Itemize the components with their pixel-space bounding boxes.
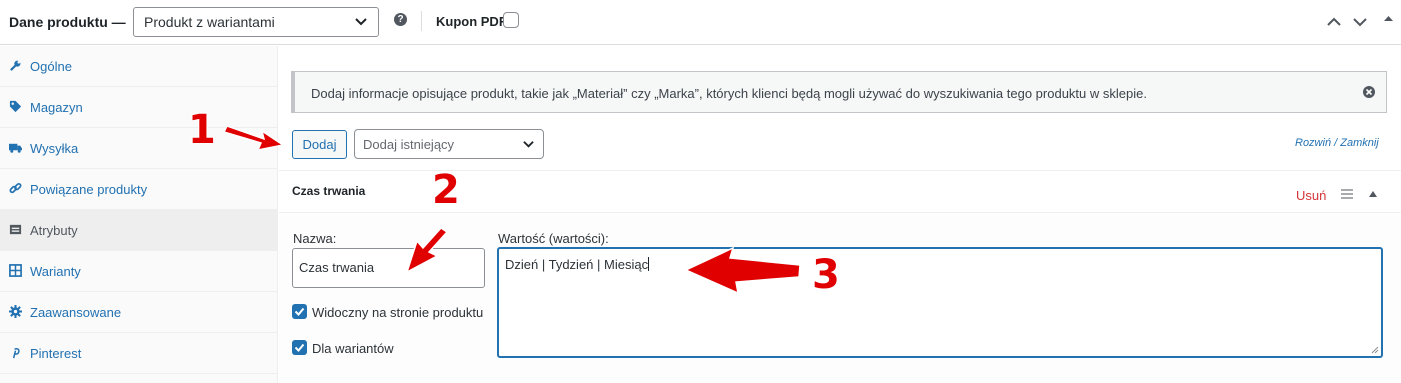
coupon-pdf-label: Kupon PDF: — [436, 14, 512, 29]
list-icon — [9, 224, 22, 235]
link-icon — [9, 182, 22, 194]
chevron-down-icon — [523, 141, 534, 148]
add-existing-placeholder: Dodaj istniejący — [363, 137, 455, 152]
collapse-panel-icon[interactable] — [1383, 13, 1394, 24]
sidebar-item-label: Pinterest — [30, 346, 82, 361]
truck-icon — [9, 143, 22, 153]
product-type-select[interactable]: Produkt z wariantami — [133, 7, 379, 37]
move-down-icon[interactable] — [1350, 12, 1370, 32]
wrench-icon — [10, 60, 21, 71]
sidebar-item-general[interactable]: Ogólne — [0, 46, 278, 87]
sidebar-item-linked-products[interactable]: Powiązane produkty — [0, 169, 278, 210]
pinterest-icon — [12, 348, 20, 359]
attribute-values-text: Dzień | Tydzień | Miesiąc — [505, 257, 649, 272]
gear-icon — [9, 305, 22, 318]
sidebar-item-pinterest[interactable]: Pinterest — [0, 333, 278, 374]
move-up-icon[interactable] — [1324, 12, 1344, 32]
checkmark-icon — [294, 307, 305, 316]
visible-on-product-page-checkbox[interactable] — [292, 304, 307, 319]
help-icon[interactable]: ? — [394, 13, 407, 26]
product-type-value: Produkt z wariantami — [144, 14, 275, 30]
attribute-title: Czas trwania — [292, 184, 366, 198]
sidebar-item-label: Ogólne — [30, 59, 72, 74]
sidebar-item-label: Wysyłka — [30, 141, 79, 156]
collapse-attribute-icon[interactable] — [1368, 190, 1378, 198]
notice-text: Dodaj informacje opisujące produkt, taki… — [311, 86, 1147, 101]
visible-on-product-page-label: Widoczny na stronie produktu — [312, 305, 484, 320]
attribute-name-label: Nazwa: — [293, 231, 337, 246]
used-for-variations-checkbox[interactable] — [292, 340, 307, 355]
add-attribute-button[interactable]: Dodaj — [292, 130, 347, 159]
grid-icon — [9, 264, 22, 277]
remove-attribute-link[interactable]: Usuń — [1296, 188, 1326, 203]
sidebar-item-label: Powiązane produkty — [30, 182, 148, 197]
attribute-values-label: Wartość (wartości): — [498, 231, 609, 246]
sidebar-item-shipping[interactable]: Wysyłka — [0, 128, 278, 169]
attribute-row-header[interactable]: Czas trwania Usuń — [279, 170, 1401, 213]
divider — [421, 11, 422, 31]
sidebar-item-label: Warianty — [30, 264, 81, 279]
sidebar-item-label: Atrybuty — [30, 223, 78, 238]
drag-handle-icon[interactable] — [1341, 189, 1353, 199]
sidebar-item-inventory[interactable]: Magazyn — [0, 87, 278, 128]
attributes-info-notice: Dodaj informacje opisujące produkt, taki… — [291, 71, 1387, 113]
sidebar-item-attributes[interactable]: Atrybuty — [0, 210, 278, 251]
expand-close-link[interactable]: Rozwiń / Zamknij — [1295, 137, 1379, 149]
add-existing-attribute-select[interactable]: Dodaj istniejący — [354, 129, 544, 159]
chevron-down-icon — [355, 18, 367, 26]
panel-header: Dane produktu — Produkt z wariantami ? K… — [0, 0, 1401, 45]
attribute-name-input[interactable]: Czas trwania — [292, 248, 485, 288]
product-data-tabs: Ogólne Magazyn Wysyłka Powiązane produkt… — [0, 46, 278, 383]
resize-grip-icon[interactable] — [1371, 346, 1379, 354]
used-for-variations-label: Dla wariantów — [312, 341, 394, 356]
coupon-pdf-checkbox[interactable] — [503, 12, 519, 28]
panel-title: Dane produktu — — [9, 14, 126, 30]
text-cursor — [648, 257, 650, 271]
checkmark-icon — [294, 343, 305, 352]
sidebar-item-label: Zaawansowane — [30, 305, 122, 320]
attribute-values-textarea[interactable]: Dzień | Tydzień | Miesiąc — [497, 247, 1383, 358]
sidebar-item-variations[interactable]: Warianty — [0, 251, 278, 292]
sidebar-item-advanced[interactable]: Zaawansowane — [0, 292, 278, 333]
tag-icon — [9, 100, 22, 113]
close-icon[interactable] — [1362, 85, 1376, 99]
sidebar-item-label: Magazyn — [30, 100, 83, 115]
